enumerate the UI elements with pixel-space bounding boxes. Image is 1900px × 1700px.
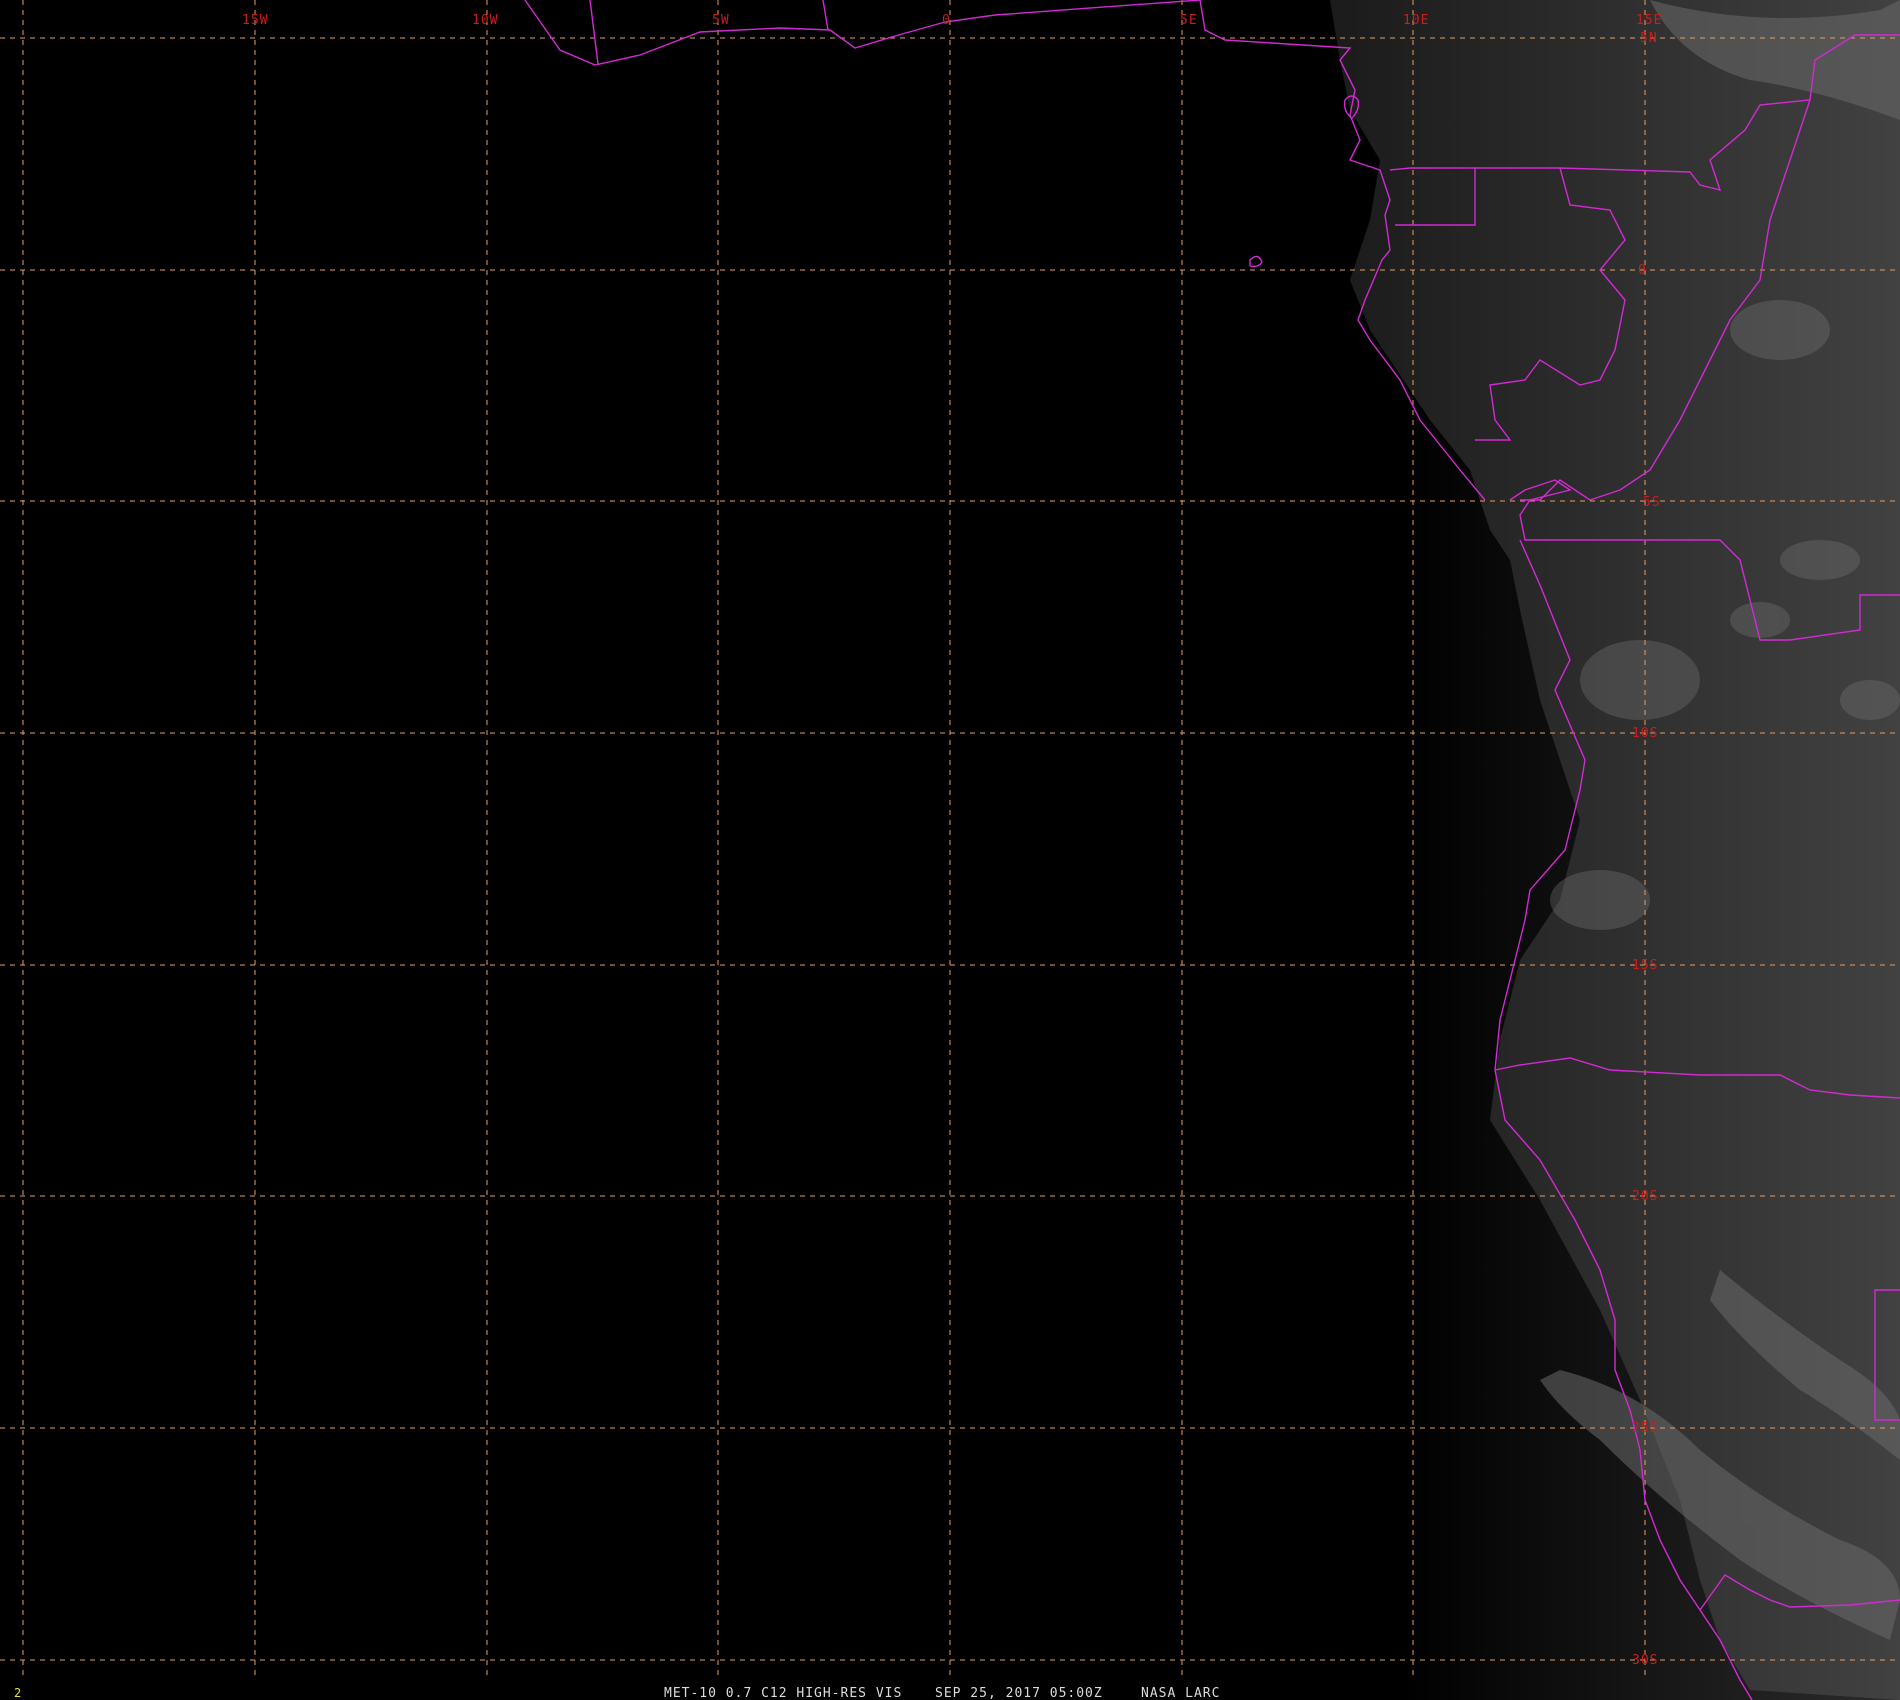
latitude-label: 25S bbox=[1632, 1421, 1658, 1436]
longitude-label: 5E bbox=[1180, 13, 1198, 28]
latitude-label: 15S bbox=[1632, 958, 1658, 973]
satellite-map: 15W 10W 5W 0 5E 10E 15E 5N 0 5S 10S 15S … bbox=[0, 0, 1900, 1700]
longitude-label: 10E bbox=[1403, 13, 1429, 28]
longitude-label: 0 bbox=[942, 13, 951, 28]
longitude-label: 15E bbox=[1636, 13, 1662, 28]
date-time-label: SEP 25, 2017 05:00Z bbox=[935, 1686, 1103, 1700]
latitude-label: 0 bbox=[1638, 263, 1647, 278]
frame-number: 2 bbox=[14, 1686, 21, 1700]
longitude-label: 5W bbox=[712, 13, 730, 28]
latitude-label: 20S bbox=[1632, 1189, 1658, 1204]
source-label: NASA LARC bbox=[1141, 1686, 1220, 1700]
satellite-channel-label: MET-10 0.7 C12 HIGH-RES VIS bbox=[664, 1686, 902, 1700]
longitude-label: 15W bbox=[242, 13, 268, 28]
latitude-label: 30S bbox=[1632, 1653, 1658, 1668]
latitude-label: 5N bbox=[1640, 31, 1658, 46]
latitude-label: 5S bbox=[1643, 495, 1661, 510]
longitude-label: 10W bbox=[472, 13, 498, 28]
latitude-label: 10S bbox=[1632, 726, 1658, 741]
